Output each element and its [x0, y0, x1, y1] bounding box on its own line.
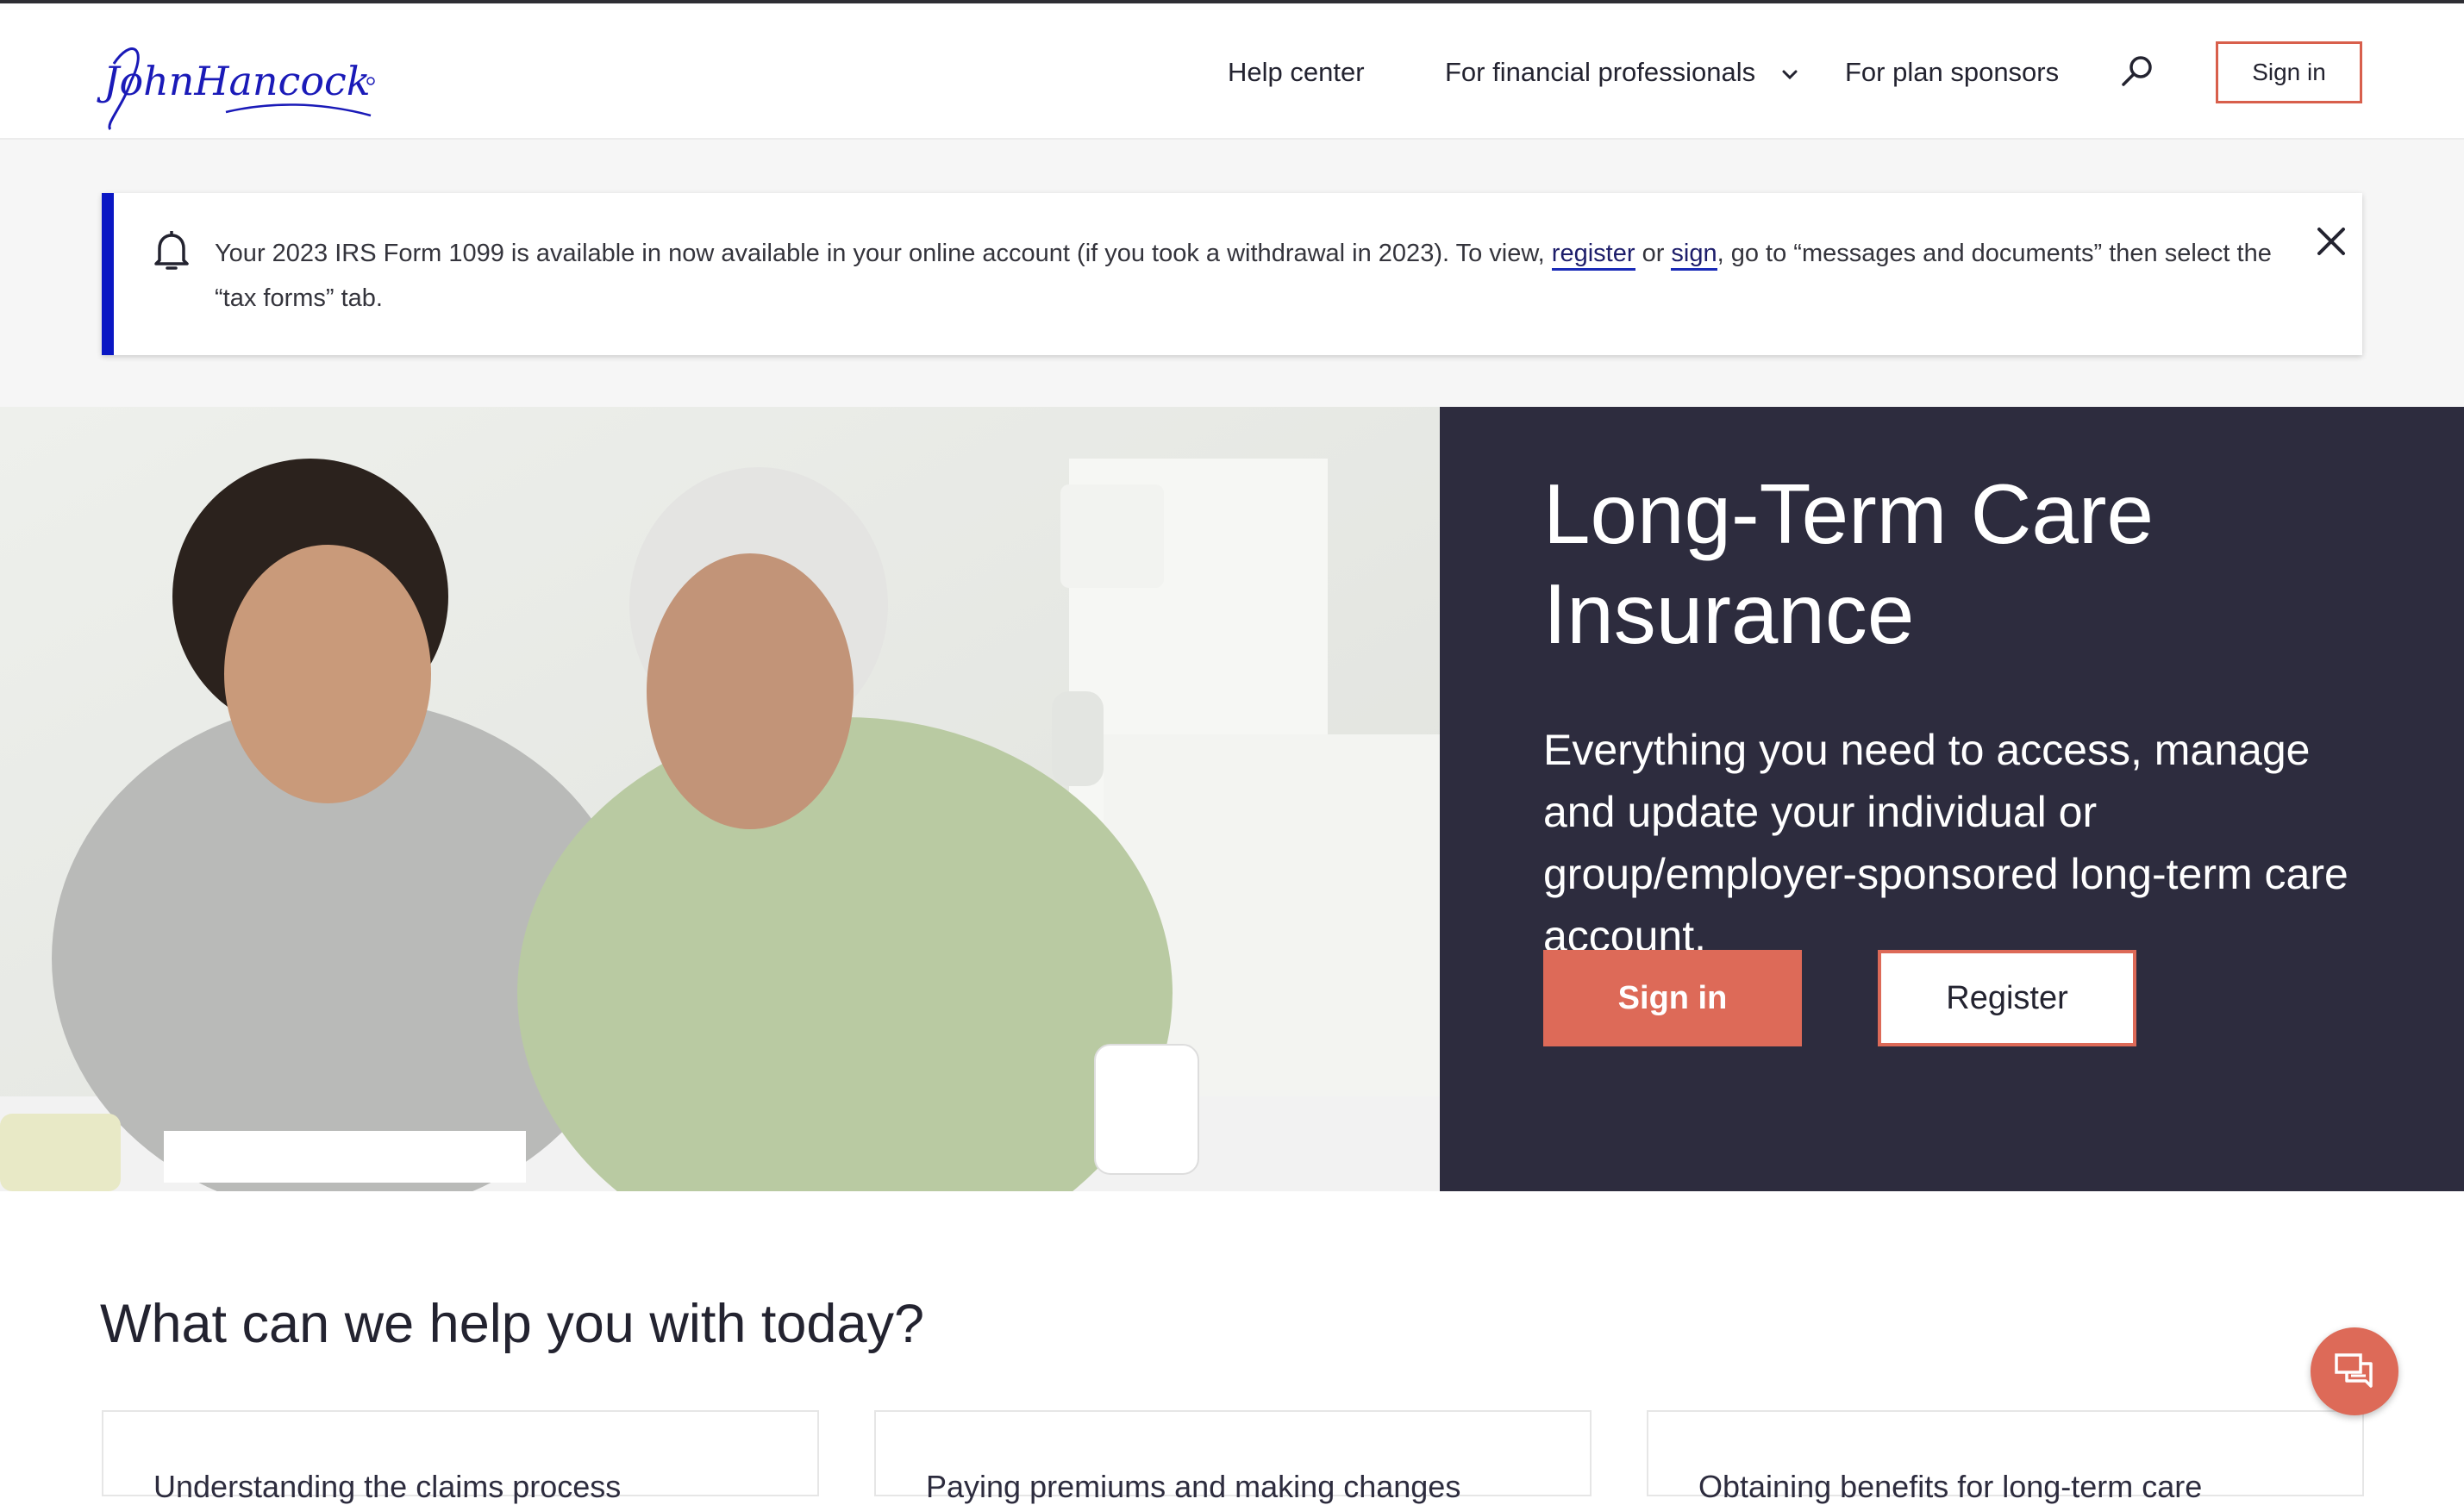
nav-plan-sponsors[interactable]: For plan sponsors	[1845, 55, 2059, 90]
bell-icon	[154, 231, 189, 270]
close-icon[interactable]	[2314, 224, 2348, 259]
chevron-down-icon[interactable]	[1779, 64, 1800, 84]
notification-text-part: Your 2023 IRS Form 1099 is available in …	[215, 240, 1545, 267]
hero-signin-button[interactable]: Sign in	[1543, 950, 1802, 1046]
hero-panel: Long-Term Care Insurance Everything you …	[1440, 407, 2464, 1191]
help-card-label: Understanding the claims process	[153, 1469, 622, 1504]
hero-subtitle: Everything you need to access, manage an…	[1543, 726, 2348, 960]
notification-text-or: or	[1642, 240, 1665, 267]
header-signin-button[interactable]: Sign in	[2216, 41, 2362, 103]
nav-financial-professionals[interactable]: For financial professionals	[1445, 55, 1755, 90]
sign-link[interactable]: sign	[1671, 240, 1717, 271]
notification-banner: Your 2023 IRS Form 1099 is available in …	[102, 193, 2362, 355]
help-card[interactable]: Obtaining benefits for long-term care	[1647, 1410, 2364, 1504]
site-header: JohnHancock Help center For financial pr…	[0, 3, 2464, 140]
notification-text: Your 2023 IRS Form 1099 is available in …	[215, 231, 2301, 321]
search-icon[interactable]	[2117, 52, 2158, 93]
chat-icon	[2335, 1353, 2373, 1388]
help-card-label: Paying premiums and making changes	[926, 1469, 1461, 1504]
help-card[interactable]: Paying premiums and making changes	[874, 1410, 1592, 1504]
register-link[interactable]: register	[1551, 240, 1635, 271]
hero-photo	[0, 407, 1440, 1191]
help-card-label: Obtaining benefits for long-term care	[1698, 1469, 2203, 1504]
help-card[interactable]: Understanding the claims process	[102, 1410, 819, 1504]
chat-button[interactable]	[2311, 1327, 2398, 1415]
john-hancock-logo[interactable]: JohnHancock	[97, 29, 381, 133]
hero-register-button[interactable]: Register	[1878, 950, 2136, 1046]
help-heading: What can we help you with today?	[100, 1294, 925, 1354]
hero-title: Long-Term Care Insurance	[1543, 466, 2154, 661]
nav-help-center[interactable]: Help center	[1228, 55, 1365, 90]
